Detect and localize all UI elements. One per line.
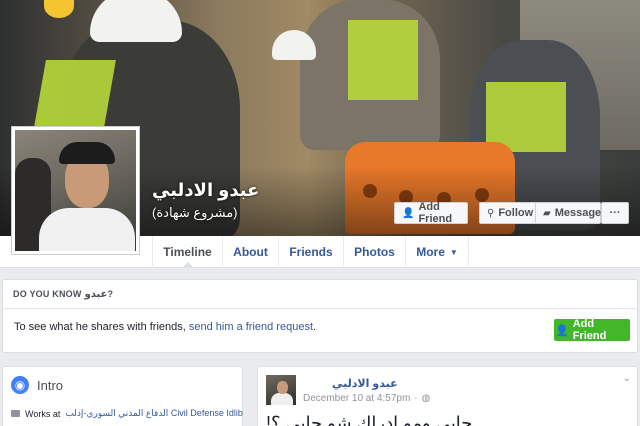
globe-privacy-icon: ◍ (421, 393, 431, 404)
briefcase-icon (11, 410, 20, 417)
profile-subtitle: (مشروع شهادة) (152, 205, 238, 220)
message-button[interactable]: ▰ Message (535, 202, 601, 224)
intro-title: Intro (37, 377, 64, 393)
follow-button[interactable]: ⚲ Follow (479, 202, 536, 224)
do-you-know-card: DO YOU KNOW عبدو ? To see what he shares… (2, 279, 638, 353)
tab-photos-label: Photos (354, 245, 395, 259)
send-friend-request-link[interactable]: send him a friend request (189, 321, 313, 333)
profile-picture[interactable] (11, 126, 140, 255)
more-dots-icon: ··· (609, 207, 621, 219)
add-friend-green-button[interactable]: 👤 Add Friend (554, 318, 630, 342)
post-meta: December 10 at 4:57pm · ◍ (303, 393, 430, 404)
do-you-know-text: To see what he shares with friends, send… (14, 321, 316, 333)
tab-friends-label: Friends (289, 245, 333, 259)
tab-about-label: About (233, 245, 268, 259)
message-icon: ▰ (543, 207, 551, 219)
post-card: عبدو الادلبي December 10 at 4:57pm · ◍ ⌄… (257, 366, 638, 426)
works-at-row: Works at الدفاع المدني السوري-إدلب Civil… (11, 408, 243, 419)
works-at-prefix: Works at (25, 408, 61, 419)
add-friend-green-icon: 👤 (555, 324, 569, 337)
works-at-link[interactable]: الدفاع المدني السوري-إدلب Civil Defense … (65, 408, 243, 419)
post-timestamp[interactable]: December 10 at 4:57pm (303, 393, 410, 404)
tab-about[interactable]: About (222, 236, 278, 268)
tab-more[interactable]: More ▼ (405, 236, 469, 268)
post-text: جايي ومو ادراك شو جايي ؟! (266, 413, 473, 426)
post-author-avatar[interactable] (266, 375, 296, 405)
intro-card: ◉ Intro Works at الدفاع المدني السوري-إد… (2, 366, 243, 426)
post-author-name[interactable]: عبدو الادلبي (332, 377, 398, 390)
add-friend-green-label: Add Friend (572, 318, 607, 342)
profile-name[interactable]: عبدو الادلبي (152, 180, 272, 201)
post-meta-separator: · (414, 393, 418, 404)
add-friend-label: Add Friend (418, 201, 453, 225)
rss-icon: ⚲ (487, 207, 495, 219)
do-you-know-suffix: ? (107, 289, 114, 299)
cover-vest-center (348, 20, 418, 100)
white-helmets-logo-icon (44, 0, 74, 18)
tab-timeline-label: Timeline (163, 245, 212, 259)
globe-icon: ◉ (11, 376, 29, 394)
add-friend-icon: 👤 (402, 207, 415, 219)
do-you-know-period: . (313, 321, 317, 333)
do-you-know-name: عبدو (84, 288, 108, 300)
add-friend-button[interactable]: 👤 Add Friend (394, 201, 468, 225)
profile-picture-image (15, 130, 136, 251)
caret-down-icon: ▼ (449, 247, 458, 257)
tab-timeline[interactable]: Timeline (152, 236, 222, 268)
tab-more-label: More (416, 245, 445, 259)
tab-photos[interactable]: Photos (343, 236, 405, 268)
cover-helmet-left (90, 0, 182, 42)
more-options-button[interactable]: ··· (601, 202, 629, 224)
tab-friends[interactable]: Friends (278, 236, 343, 268)
intro-heading: ◉ Intro (11, 376, 63, 394)
do-you-know-body: To see what he shares with friends, send… (3, 309, 637, 353)
chevron-down-icon[interactable]: ⌄ (623, 373, 631, 384)
do-you-know-title: DO YOU KNOW (13, 289, 82, 299)
follow-label: Follow (498, 207, 534, 219)
do-you-know-prompt: To see what he shares with friends, (14, 321, 186, 333)
message-label: Message (554, 207, 602, 219)
do-you-know-header: DO YOU KNOW عبدو ? (3, 280, 637, 309)
